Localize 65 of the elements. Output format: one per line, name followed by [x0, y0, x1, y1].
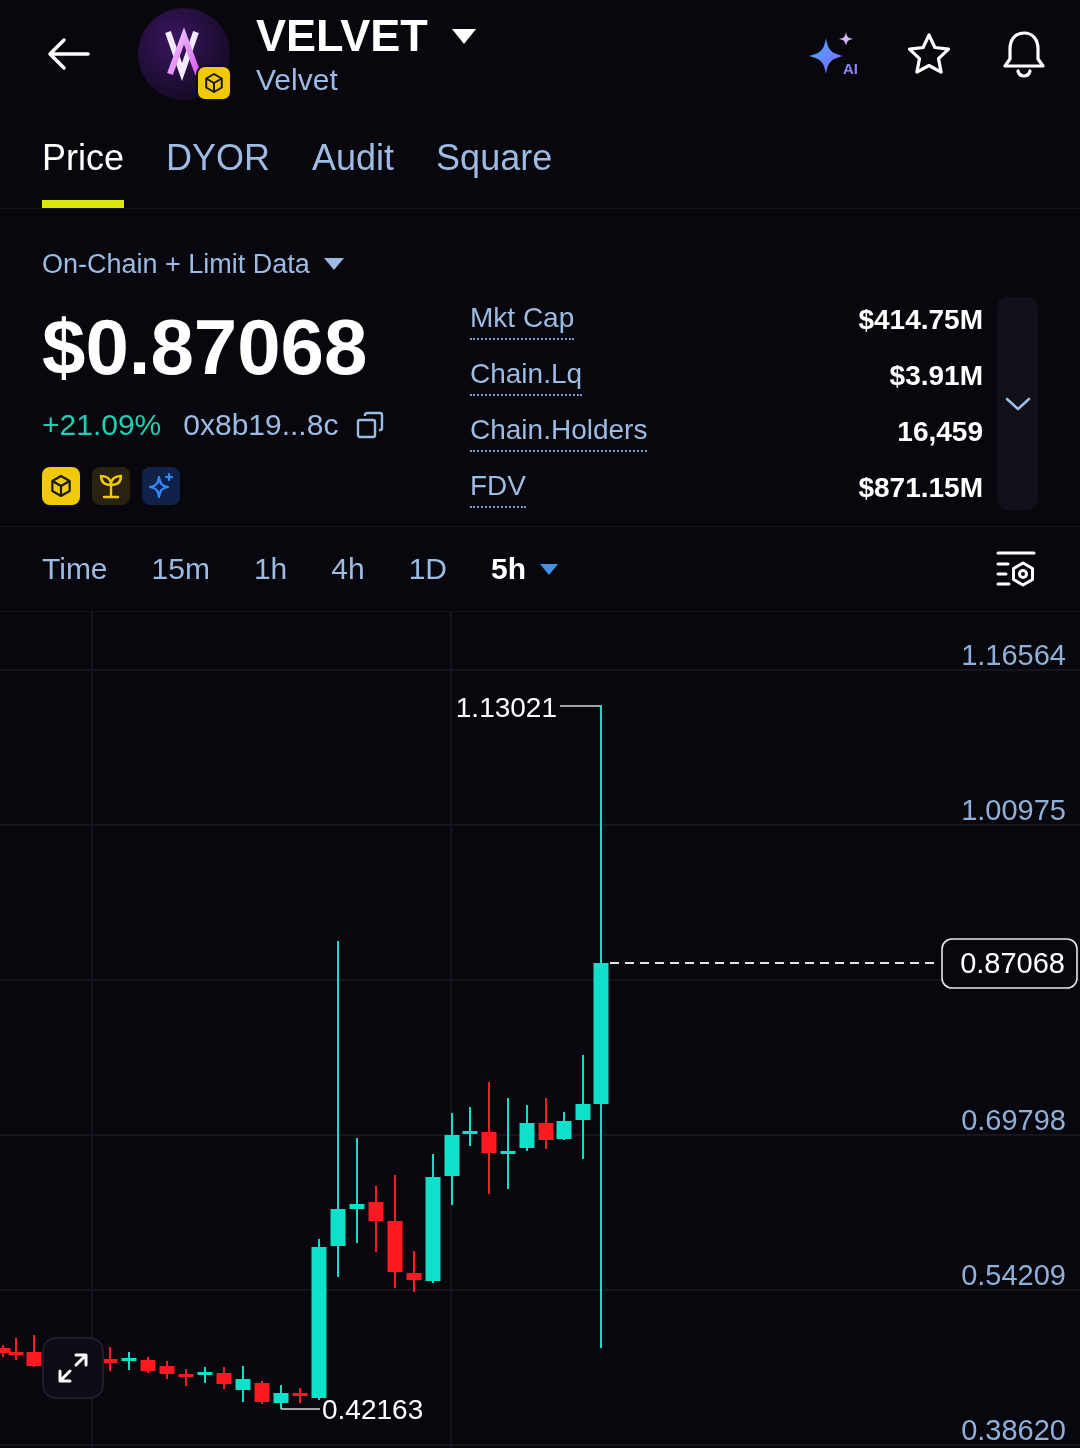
candlestick	[197, 1366, 213, 1384]
caret-icon	[323, 258, 344, 270]
stat-label[interactable]: FDV	[470, 468, 526, 508]
chain-badge-icon	[196, 65, 232, 101]
chevron-icon	[1003, 395, 1032, 412]
axis-label: 0.38620	[961, 1414, 1066, 1446]
candlestick	[121, 1351, 137, 1371]
ai-assistant-button[interactable]: AI	[808, 30, 858, 78]
candlestick	[519, 1104, 535, 1152]
contract-address: 0x8b19...8c	[183, 408, 339, 442]
fullscreen-button[interactable]	[42, 1337, 104, 1399]
candlestick	[235, 1365, 251, 1403]
back-arrow-icon[interactable]	[46, 37, 90, 71]
leader-line	[280, 1408, 321, 1410]
interval-tab[interactable]: 15m	[151, 551, 210, 587]
copy-icon[interactable]	[356, 411, 385, 439]
candlestick	[273, 1384, 289, 1410]
candlestick	[406, 1250, 422, 1293]
interval-tab[interactable]: 1h	[253, 551, 288, 587]
tab[interactable]: Audit	[312, 108, 395, 208]
bell-icon[interactable]	[1000, 29, 1048, 79]
stat-value: 16,459	[897, 416, 983, 448]
axis-label: 1.16564	[961, 639, 1066, 671]
stat-value: $414.75M	[858, 304, 983, 336]
tab[interactable]: DYOR	[166, 108, 271, 208]
interval-tab[interactable]: 4h	[331, 551, 365, 587]
data-source-dropdown[interactable]: On-Chain + Limit Data	[42, 249, 344, 279]
token-title: VELVET	[256, 10, 428, 62]
candlestick	[368, 1185, 384, 1253]
current-price: $0.87068	[42, 302, 369, 393]
candlestick	[140, 1356, 156, 1374]
candlestick	[102, 1346, 118, 1372]
interval-tab[interactable]: 1D	[408, 551, 448, 587]
stat-label[interactable]: Chain.Lq	[470, 356, 583, 396]
tab[interactable]: Price	[42, 108, 125, 208]
stat-value: $3.91M	[889, 360, 983, 392]
stat-value: $871.15M	[858, 472, 983, 504]
low-price-label: 0.42163	[322, 1394, 424, 1425]
axis-label: 1.00975	[961, 794, 1066, 826]
candlestick	[292, 1387, 308, 1404]
star-icon[interactable]	[906, 32, 952, 76]
candlestick	[462, 1106, 478, 1147]
candlestick	[159, 1360, 175, 1380]
interval-tab[interactable]: 5h	[491, 551, 559, 587]
last-price-tag: 0.87068	[941, 938, 1078, 989]
high-price-label: 1.13021	[455, 692, 557, 723]
axis-label: 0.54209	[961, 1259, 1066, 1291]
leader-line	[559, 705, 601, 707]
candlestick	[556, 1111, 572, 1141]
indicator-settings-icon[interactable]	[995, 550, 1037, 588]
candlestick	[538, 1097, 554, 1150]
price-change: +21.09%	[42, 408, 162, 442]
caret-icon	[540, 563, 559, 575]
candlestick	[216, 1366, 232, 1390]
token-name: Velvet	[256, 62, 339, 98]
candlestick	[254, 1380, 270, 1405]
stat-label[interactable]: Chain.Holders	[470, 412, 648, 452]
candlestick	[178, 1368, 194, 1387]
tab[interactable]: Square	[436, 108, 553, 208]
caret-icon	[451, 28, 476, 44]
expand-arrows-icon	[57, 1352, 89, 1384]
axis-label: 0.69798	[961, 1104, 1066, 1136]
interval-tab[interactable]: Time	[42, 551, 108, 587]
stat-label[interactable]: Mkt Cap	[470, 300, 575, 340]
candlestick	[26, 1334, 42, 1368]
